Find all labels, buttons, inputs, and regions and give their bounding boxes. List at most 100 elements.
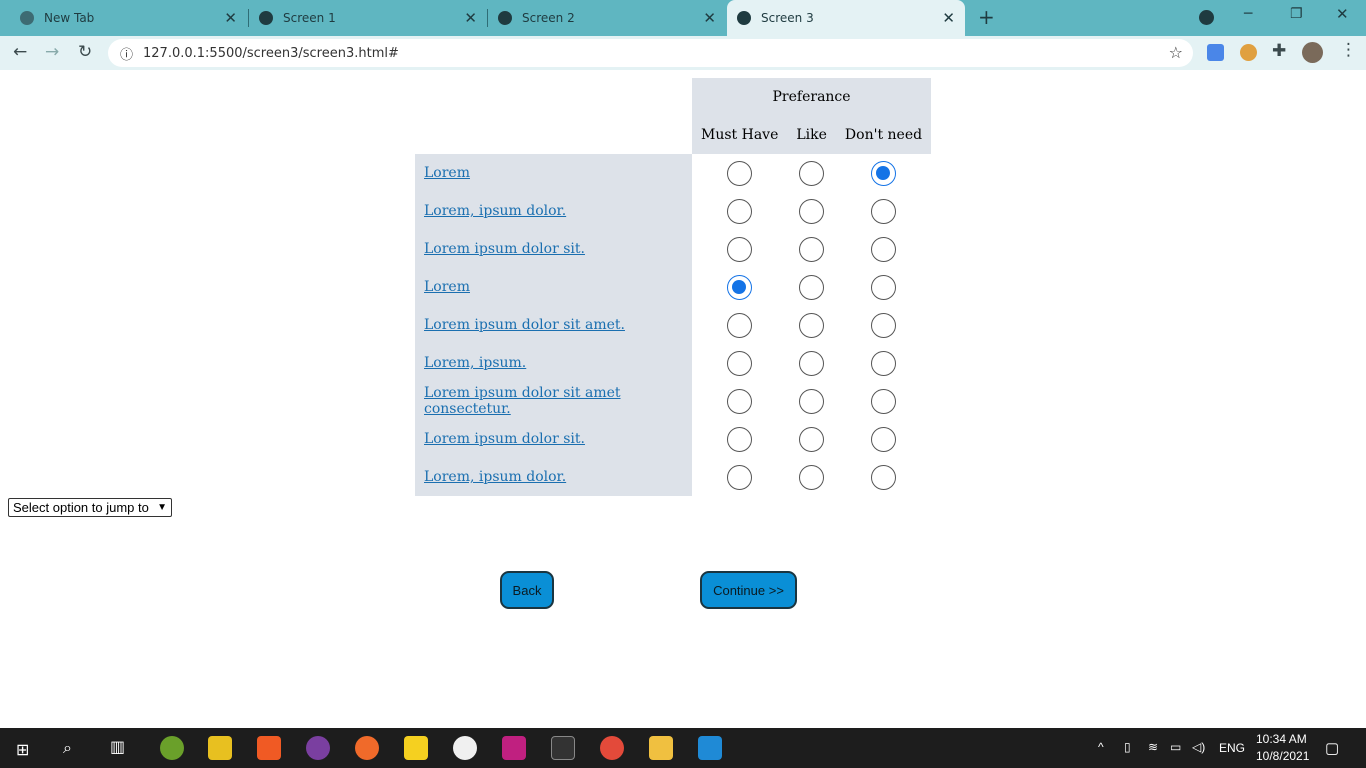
notification-icon[interactable]: ▢: [1325, 739, 1339, 757]
row-label-link[interactable]: Lorem: [424, 165, 470, 181]
back-button[interactable]: Back: [500, 571, 554, 609]
row-label-link[interactable]: Lorem: [424, 279, 470, 295]
tab-new-tab[interactable]: New Tab ✕: [0, 0, 247, 36]
pdf-app-icon[interactable]: [208, 736, 232, 760]
tab-screen-3[interactable]: Screen 3 ✕: [727, 0, 965, 36]
app-icon[interactable]: [453, 736, 477, 760]
translate-icon[interactable]: [1207, 44, 1224, 61]
preference-radio[interactable]: [727, 198, 753, 224]
preference-radio[interactable]: [727, 388, 753, 414]
preference-radio[interactable]: [871, 464, 896, 490]
tab-screen-2[interactable]: Screen 2 ✕: [488, 0, 726, 36]
battery-icon[interactable]: ▯: [1124, 740, 1131, 754]
language-indicator[interactable]: ENG: [1219, 741, 1245, 755]
back-arrow-icon[interactable]: ←: [13, 42, 27, 62]
task-view-icon[interactable]: ▥: [110, 737, 125, 756]
row-label-link[interactable]: Lorem ipsum dolor sit.: [424, 241, 585, 257]
new-tab-button[interactable]: +: [978, 5, 995, 29]
intellij-icon[interactable]: [502, 736, 526, 760]
tab-title: Screen 2: [522, 11, 575, 25]
info-icon[interactable]: ⓘ: [120, 44, 133, 63]
preference-radio[interactable]: [871, 426, 896, 452]
jump-select[interactable]: Select option to jump to ▼: [8, 498, 172, 517]
continue-button[interactable]: Continue >>: [700, 571, 797, 609]
radio-cell: [692, 268, 787, 306]
clock-date[interactable]: 10/8/2021: [1256, 749, 1309, 763]
window-close-icon[interactable]: ✕: [1336, 5, 1349, 23]
table-row: Lorem ipsum dolor sit.: [415, 420, 931, 458]
radio-cell: [787, 344, 836, 382]
preference-radio[interactable]: [727, 464, 753, 490]
preference-radio[interactable]: [727, 160, 753, 186]
radio-cell: [692, 192, 787, 230]
chevron-up-icon[interactable]: ^: [1098, 740, 1104, 754]
puzzle-icon[interactable]: ✚: [1272, 41, 1286, 61]
vscode-icon[interactable]: [698, 736, 722, 760]
radio-cell: [692, 458, 787, 496]
close-icon[interactable]: ✕: [464, 9, 477, 27]
row-label-cell: Lorem ipsum dolor sit amet consectetur.: [415, 382, 692, 420]
preference-radio[interactable]: [871, 350, 896, 376]
close-icon[interactable]: ✕: [224, 9, 237, 27]
tab-search-icon[interactable]: [1199, 10, 1214, 25]
chameleon-app-icon[interactable]: [160, 736, 184, 760]
brave-icon[interactable]: [257, 736, 281, 760]
preference-radio[interactable]: [871, 160, 896, 186]
wifi-icon[interactable]: ≋: [1148, 740, 1158, 754]
row-label-link[interactable]: Lorem ipsum dolor sit amet consectetur.: [424, 385, 621, 417]
file-explorer-icon[interactable]: [649, 736, 673, 760]
table-row: Lorem, ipsum.: [415, 344, 931, 382]
preference-radio[interactable]: [799, 388, 825, 414]
clock-time[interactable]: 10:34 AM: [1256, 732, 1307, 746]
row-label-link[interactable]: Lorem, ipsum dolor.: [424, 469, 566, 485]
power-icon[interactable]: ▭: [1170, 740, 1181, 754]
close-icon[interactable]: ✕: [703, 9, 716, 27]
preference-radio[interactable]: [799, 350, 825, 376]
row-label-link[interactable]: Lorem, ipsum.: [424, 355, 526, 371]
globe-icon: [259, 11, 273, 25]
preference-radio[interactable]: [727, 236, 753, 262]
url-text: 127.0.0.1:5500/screen3/screen3.html#: [143, 45, 399, 61]
extension-icon[interactable]: [1240, 44, 1257, 61]
preference-radio[interactable]: [871, 198, 896, 224]
windows-start-icon[interactable]: ⊞: [16, 740, 29, 759]
address-bar[interactable]: ⓘ 127.0.0.1:5500/screen3/screen3.html# ☆: [108, 39, 1193, 67]
star-icon[interactable]: ☆: [1169, 43, 1183, 62]
preference-radio[interactable]: [799, 198, 825, 224]
preference-radio[interactable]: [727, 426, 753, 452]
minimize-icon[interactable]: ─: [1244, 6, 1252, 22]
reload-icon[interactable]: ↻: [78, 42, 92, 62]
github-icon[interactable]: [306, 736, 330, 760]
preference-radio[interactable]: [799, 312, 825, 338]
radio-cell: [836, 154, 931, 192]
preference-radio[interactable]: [799, 464, 825, 490]
preference-radio[interactable]: [799, 160, 825, 186]
menu-icon[interactable]: ⋮: [1340, 40, 1357, 60]
preference-radio[interactable]: [871, 388, 896, 414]
postman-icon[interactable]: [355, 736, 379, 760]
preference-radio[interactable]: [799, 426, 825, 452]
forward-arrow-icon[interactable]: →: [45, 42, 59, 62]
close-icon[interactable]: ✕: [942, 9, 955, 27]
row-label-link[interactable]: Lorem, ipsum dolor.: [424, 203, 566, 219]
radio-cell: [836, 306, 931, 344]
chrome-icon[interactable]: [600, 736, 624, 760]
search-icon[interactable]: ⌕: [63, 738, 72, 758]
avatar[interactable]: [1302, 42, 1323, 63]
tab-screen-1[interactable]: Screen 1 ✕: [249, 0, 487, 36]
restore-icon[interactable]: ❐: [1290, 6, 1303, 22]
preference-radio[interactable]: [727, 312, 753, 338]
preference-radio[interactable]: [727, 350, 753, 376]
sticky-notes-icon[interactable]: [404, 736, 428, 760]
preference-radio[interactable]: [871, 312, 896, 338]
preference-table: Preferance Must Have Like Don't need Lorem…: [415, 78, 932, 496]
preference-radio[interactable]: [799, 236, 825, 262]
row-label-link[interactable]: Lorem ipsum dolor sit.: [424, 431, 585, 447]
preference-radio[interactable]: [871, 274, 896, 300]
volume-icon[interactable]: ◁): [1192, 740, 1205, 754]
preference-radio[interactable]: [727, 274, 753, 300]
preference-radio[interactable]: [799, 274, 825, 300]
terminal-icon[interactable]: [551, 736, 575, 760]
row-label-link[interactable]: Lorem ipsum dolor sit amet.: [424, 317, 625, 333]
preference-radio[interactable]: [871, 236, 896, 262]
